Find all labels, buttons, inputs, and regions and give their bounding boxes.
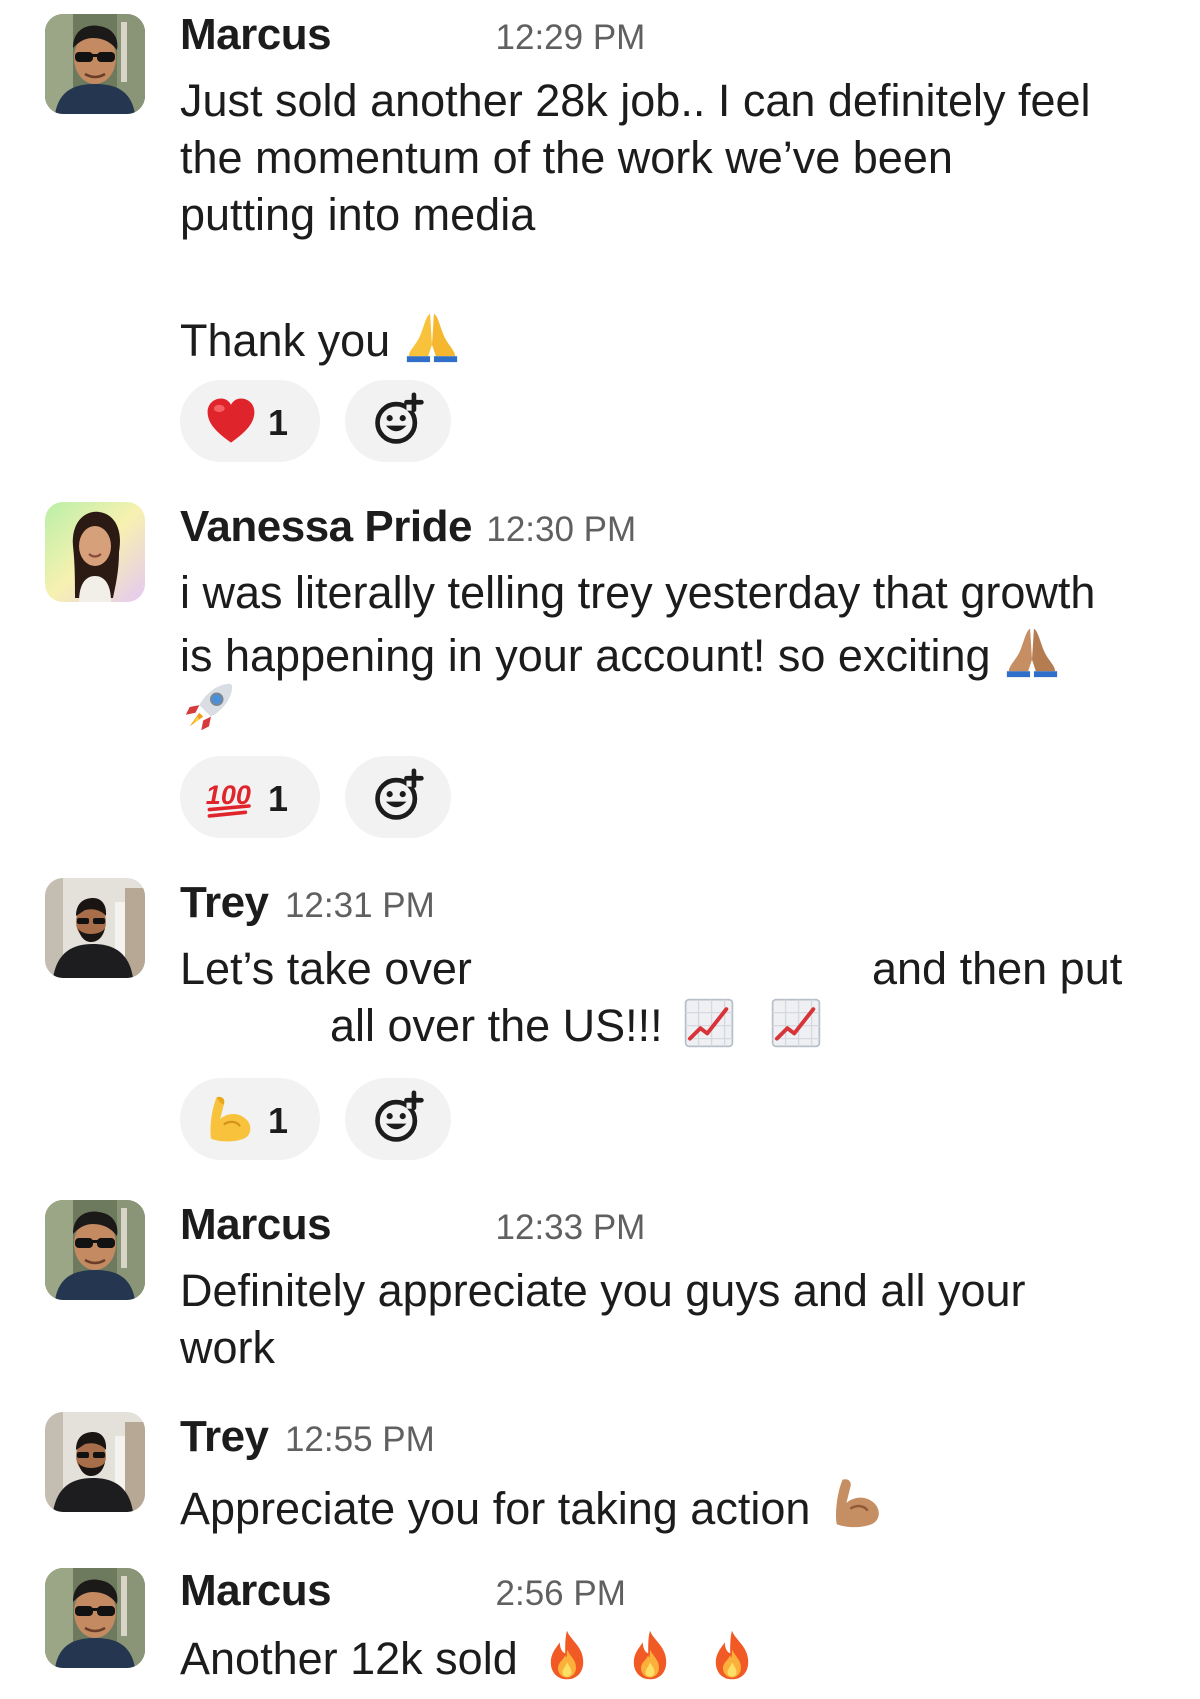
- timestamp[interactable]: 12:30 PM: [486, 510, 636, 549]
- message-header: Marcus 2:56 PM: [180, 1566, 626, 1616]
- message-text: putting into media: [180, 189, 536, 240]
- message-body: Appreciate you for taking action: [180, 1474, 1160, 1534]
- message-text: i was literally telling trey yesterday t…: [180, 567, 1096, 618]
- add-reaction-icon: [371, 768, 427, 824]
- reaction-hundred[interactable]: 1: [180, 756, 320, 838]
- add-reaction-button[interactable]: [345, 380, 451, 462]
- timestamp[interactable]: 12:55 PM: [285, 1420, 435, 1459]
- trey-avatar[interactable]: [45, 1412, 145, 1512]
- message-body: Just sold another 28k job.. I can defini…: [180, 72, 1160, 366]
- message-header: Marcus 12:33 PM: [180, 1200, 645, 1250]
- marcus-avatar[interactable]: [45, 1200, 145, 1300]
- message-header: Trey 12:31 PM: [180, 878, 435, 928]
- message-text: and then put: [872, 943, 1123, 994]
- message-header: Marcus 12:29 PM: [180, 10, 645, 60]
- fire-icon: [705, 1628, 759, 1682]
- red-heart-icon: [204, 394, 258, 453]
- flexed-biceps-icon: [204, 1092, 258, 1151]
- message-header: Vanessa Pride 12:30 PM: [180, 502, 636, 552]
- message-line: Another 12k sold: [180, 1628, 1160, 1685]
- author-name[interactable]: Marcus: [180, 1200, 332, 1249]
- chart-increasing-icon: [770, 997, 822, 1049]
- message-body: Let’s take over and then put all over th…: [180, 940, 1160, 1054]
- message-body: Definitely appreciate you guys and all y…: [180, 1262, 1160, 1376]
- author-name[interactable]: Marcus: [180, 10, 332, 59]
- message-text: Another 12k sold: [180, 1633, 518, 1684]
- rocket-icon: [180, 678, 238, 736]
- add-reaction-icon: [371, 392, 427, 448]
- message-line: is happening in your account! so excitin…: [180, 621, 1160, 681]
- reaction-count: 1: [268, 402, 289, 443]
- folded-hands-icon: [403, 306, 461, 364]
- message-spacer: [180, 243, 1160, 300]
- author-name[interactable]: Marcus: [180, 1566, 332, 1615]
- marcus-avatar[interactable]: [45, 14, 145, 114]
- author-name[interactable]: Trey: [180, 1412, 269, 1461]
- message-text: Let’s take over: [180, 943, 472, 994]
- message-text: is happening in your account! so excitin…: [180, 630, 991, 681]
- add-reaction-icon: [371, 1090, 427, 1146]
- timestamp[interactable]: 12:29 PM: [496, 18, 646, 57]
- add-reaction-button[interactable]: [345, 1078, 451, 1160]
- reaction-count: 1: [268, 1100, 289, 1141]
- marcus-avatar[interactable]: [45, 1568, 145, 1668]
- chart-increasing-icon: [683, 997, 735, 1049]
- message-body: i was literally telling trey yesterday t…: [180, 564, 1160, 735]
- fire-icon: [623, 1628, 677, 1682]
- hundred-points-icon: [204, 770, 258, 829]
- flexed-biceps-medium-skin-icon: [829, 1474, 887, 1532]
- message-text: all over the US!!!: [330, 1000, 663, 1051]
- message-line: Let’s take over and then put: [180, 940, 1160, 997]
- message-header: Trey 12:55 PM: [180, 1412, 435, 1462]
- reaction-heart[interactable]: 1: [180, 380, 320, 462]
- message-text: Appreciate you for taking action: [180, 1483, 811, 1534]
- message-line: [180, 678, 1160, 735]
- add-reaction-button[interactable]: [345, 756, 451, 838]
- timestamp[interactable]: 12:31 PM: [285, 886, 435, 925]
- message-line: Appreciate you for taking action: [180, 1474, 1160, 1534]
- trey-avatar[interactable]: [45, 878, 145, 978]
- timestamp[interactable]: 12:33 PM: [496, 1208, 646, 1247]
- message-body: Another 12k sold: [180, 1628, 1160, 1685]
- author-name[interactable]: Trey: [180, 878, 269, 927]
- reaction-count: 1: [268, 778, 289, 819]
- message-text: Thank you: [180, 315, 391, 366]
- fire-icon: [540, 1628, 594, 1682]
- message-text: Definitely appreciate you guys and all y…: [180, 1265, 1026, 1316]
- message-line: all over the US!!!: [180, 997, 1160, 1054]
- message-text: Just sold another 28k job.. I can defini…: [180, 75, 1091, 126]
- message-line: Thank you: [180, 306, 1160, 366]
- message-text: work: [180, 1322, 276, 1373]
- author-name[interactable]: Vanessa Pride: [180, 502, 472, 551]
- folded-hands-medium-skin-icon: [1003, 621, 1061, 679]
- timestamp[interactable]: 2:56 PM: [496, 1574, 626, 1613]
- message-text: the momentum of the work we’ve been: [180, 132, 953, 183]
- reaction-biceps[interactable]: 1: [180, 1078, 320, 1160]
- vanessa-avatar[interactable]: [45, 502, 145, 602]
